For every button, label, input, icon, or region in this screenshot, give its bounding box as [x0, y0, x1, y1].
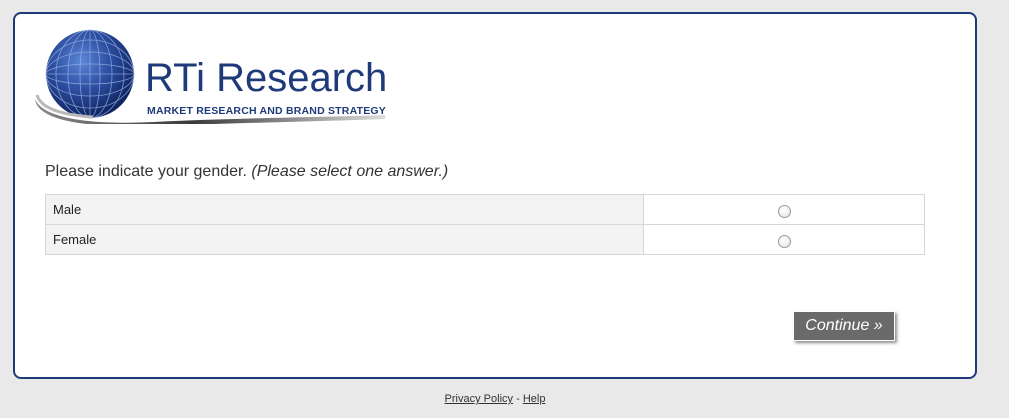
rti-research-logo: RTi Research MARKET RESEARCH AND BRAND S… — [33, 29, 393, 124]
answer-label-male: Male — [45, 194, 644, 225]
continue-button[interactable]: Continue » — [793, 311, 895, 341]
footer: Privacy Policy - Help — [0, 393, 990, 405]
help-link[interactable]: Help — [523, 393, 546, 405]
footer-separator: - — [516, 393, 520, 405]
radio-female[interactable] — [777, 234, 791, 248]
answer-choice-male — [643, 194, 925, 225]
answer-row-male: Male — [45, 194, 925, 225]
question-prompt: Please indicate your gender. — [45, 163, 247, 180]
answer-row-female: Female — [45, 224, 925, 255]
answer-choice-female — [643, 224, 925, 255]
brand-name: RTi Research — [145, 56, 388, 100]
survey-card: RTi Research MARKET RESEARCH AND BRAND S… — [13, 12, 977, 379]
brand-tagline: MARKET RESEARCH AND BRAND STRATEGY — [147, 105, 386, 117]
answer-label-female: Female — [45, 224, 644, 255]
radio-male[interactable] — [777, 204, 791, 218]
question-text: Please indicate your gender. (Please sel… — [45, 163, 448, 181]
question-instruction: (Please select one answer.) — [251, 163, 449, 180]
privacy-policy-link[interactable]: Privacy Policy — [445, 393, 513, 405]
answer-table: Male Female — [45, 194, 925, 255]
